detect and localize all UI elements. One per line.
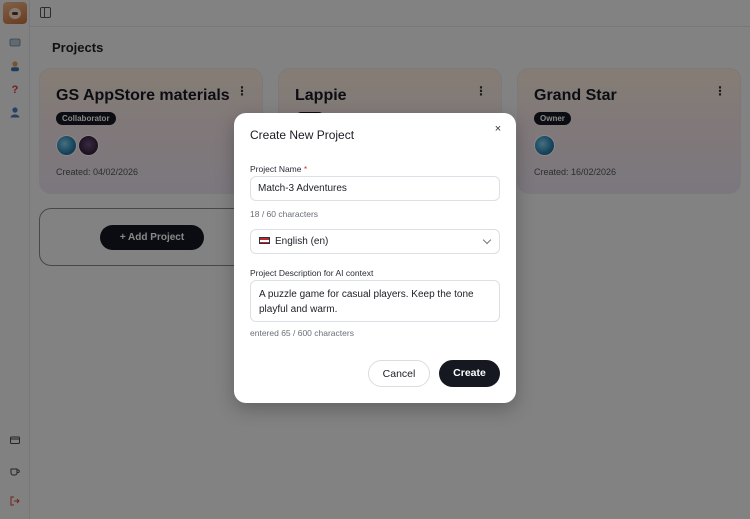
project-name-input[interactable]: Match-3 Adventures [250, 176, 500, 201]
cancel-button[interactable]: Cancel [368, 360, 430, 387]
create-project-dialog: Create New Project × Project Name * Matc… [234, 113, 516, 403]
project-name-label: Project Name * [250, 164, 308, 174]
required-mark: * [303, 164, 308, 174]
uk-flag-icon [259, 237, 270, 244]
chevron-down-icon [482, 235, 492, 245]
language-select[interactable]: English (en) [250, 229, 500, 254]
name-char-counter: 18 / 60 characters [250, 209, 319, 219]
language-value: English (en) [275, 236, 329, 247]
create-button[interactable]: Create [439, 360, 500, 387]
description-char-counter: entered 65 / 600 characters [250, 328, 354, 338]
dialog-title: Create New Project [250, 128, 355, 142]
close-icon[interactable]: × [492, 123, 504, 135]
description-textarea[interactable]: A puzzle game for casual players. Keep t… [250, 280, 500, 322]
description-label: Project Description for AI context [250, 268, 374, 278]
